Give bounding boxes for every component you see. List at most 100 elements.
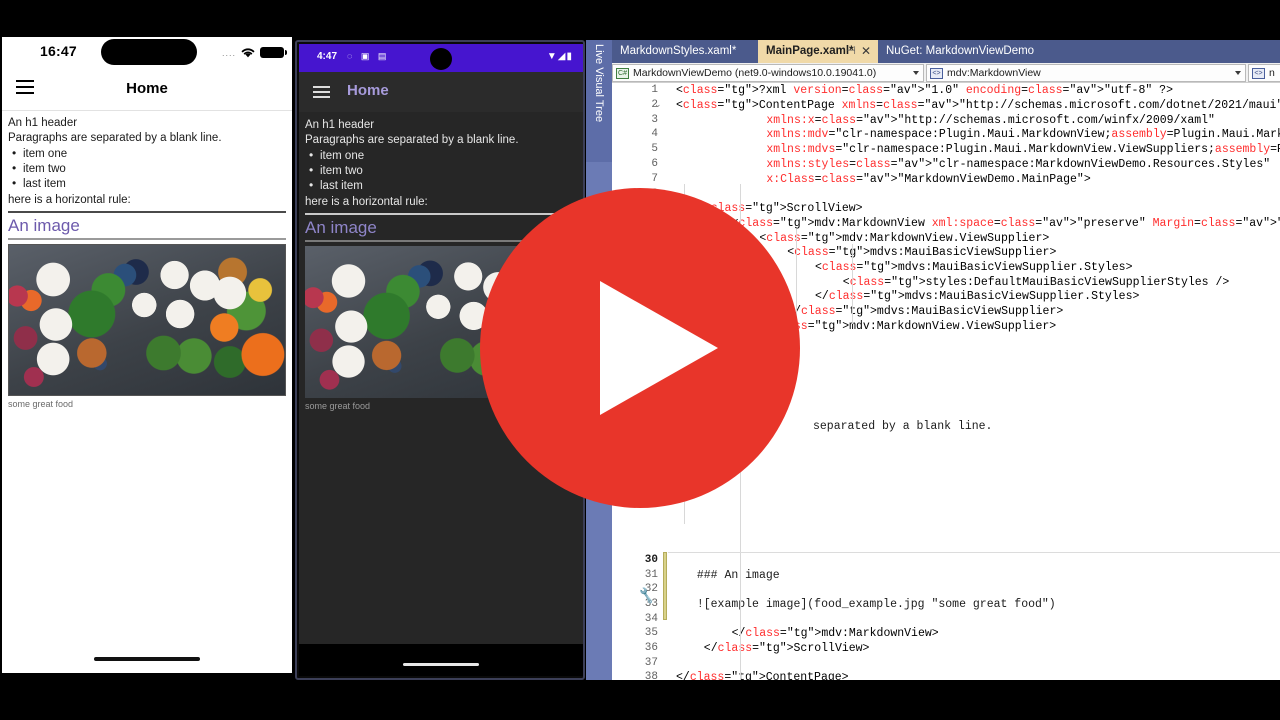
play-button-icon[interactable] [600,281,718,415]
code-line[interactable]: ### An image [697,569,780,584]
battery-icon [260,47,287,58]
list-item: item one [8,146,286,162]
chevron-down-icon[interactable] [913,71,919,75]
project-dropdown-value: MarkdownViewDemo (net9.0-windows10.0.190… [633,67,877,79]
chevron-down-icon[interactable]: ⌄ [654,99,662,110]
video-play-overlay[interactable] [480,188,800,508]
ios-screen: 16:47 .... Home An h1 header Paragraphs … [2,37,292,673]
pin-icon[interactable]: ⊣ [846,40,856,63]
tab-label: MainPage.xaml* [766,45,854,57]
code-line[interactable]: </class="tg">mdv:MarkdownView.ViewSuppli… [759,320,1056,335]
element-dropdown[interactable]: <> mdv:MarkdownView [926,64,1246,82]
code-line[interactable]: </class="tg">mdv:MarkdownView> [732,627,939,642]
line-number: 30 [644,554,658,566]
markdown-horizontal-rule [8,211,286,213]
screenshot-root: 16:47 .... Home An h1 header Paragraphs … [0,0,1280,720]
markdown-source-fragment[interactable]: separated by a blank line. [813,420,992,435]
camera-punchhole-icon [430,48,452,70]
android-status-bar: 4:47 ◌ ▣ ▤ ▼◢▮ [299,44,583,72]
code-line[interactable]: <class="tg">mdv:MarkdownView.ViewSupplie… [759,232,1049,247]
android-gesture-bar [299,644,583,676]
ios-simulator: 16:47 .... Home An h1 header Paragraphs … [0,31,294,679]
markdown-rule-label: here is a horizontal rule: [8,194,131,206]
line-number: 38 [644,671,658,680]
tab-nuget-markdownviewdemo[interactable]: NuGet: MarkdownViewDemo [878,40,1064,63]
food-image [8,244,286,396]
android-nav-bar: Home [299,72,583,112]
code-line[interactable]: <class="tg">mdvs:MauiBasicViewSupplier.S… [815,261,1132,276]
line-number: 37 [644,657,658,669]
markdown-paragraph: Paragraphs are separated by a blank line… [305,134,519,146]
code-line[interactable]: <class="tg">mdv:MarkdownView xml:space=c… [732,217,1280,232]
member-dropdown[interactable]: <> n [1248,64,1280,82]
ios-nav-bar: Home [2,69,292,111]
markdown-h1: An h1 header [8,117,78,129]
unsaved-change-bar [663,552,667,620]
close-icon[interactable]: ✕ [861,40,871,63]
list-item: last item [8,176,286,192]
code-line[interactable]: xmlns:x=class="av">"http://schemas.micro… [766,114,1215,129]
editor-navigation-bar: C# MarkdownViewDemo (net9.0-windows10.0.… [612,63,1280,83]
ios-status-bar: 16:47 .... [2,37,292,69]
line-number: 4 [651,128,658,140]
image-caption: some great food [8,399,74,409]
line-number: 6 [651,158,658,170]
tab-markdownstyles-xaml[interactable]: MarkdownStyles.xaml* [612,40,758,63]
markdown-h1: An h1 header [305,119,375,131]
indent-guide [852,244,853,324]
list-item: item two [8,161,286,177]
line-number: 36 [644,642,658,654]
chevron-down-icon[interactable] [1235,71,1241,75]
editor-tab-strip: MarkdownStyles.xaml* MainPage.xaml* ⊣ ✕ … [612,40,1280,63]
code-line[interactable]: x:Class=class="av">"MarkdownViewDemo.Mai… [766,173,1090,188]
project-dropdown[interactable]: C# MarkdownViewDemo (net9.0-windows10.0.… [612,64,924,82]
ios-markdown-content: An h1 header Paragraphs are separated by… [2,111,292,409]
code-line[interactable]: </class="tg">ContentPage> [676,671,849,680]
markdown-list: item one item two last item [8,146,286,192]
line-number: 35 [644,627,658,639]
code-line[interactable]: </class="tg">mdvs:MauiBasicViewSupplier> [787,305,1063,320]
markdown-paragraph: Paragraphs are separated by a blank line… [8,132,222,144]
wrench-icon[interactable]: 🔧 [637,587,656,605]
list-item: item two [305,163,577,179]
line-number: 34 [644,613,658,625]
code-line[interactable]: <class="tg">styles:DefaultMauiBasicViewS… [843,276,1229,291]
member-icon: <> [1252,68,1265,79]
android-status-left-icons: ◌ ▣ ▤ [347,51,390,61]
code-line[interactable]: ![example image](food_example.jpg "some … [697,598,1056,613]
ios-home-indicator[interactable] [94,657,200,661]
line-number: 7 [651,173,658,185]
code-line[interactable]: </class="tg">ScrollView> [704,642,870,657]
live-visual-tree-tab[interactable]: Live Visual Tree [586,40,612,162]
line-number: 5 [651,143,658,155]
android-status-right-icons: ▼◢▮ [546,51,573,62]
page-title: Home [126,80,168,97]
code-line[interactable]: <class="tg">ContentPage xmlns=class="av"… [676,99,1280,114]
code-line[interactable]: xmlns:mdv="clr-namespace:Plugin.Maui.Mar… [766,128,1280,143]
markdown-h3: An image [8,216,80,235]
collapsed-region-separator [668,552,1280,553]
line-number: 3 [651,114,658,126]
code-line[interactable]: </class="tg">mdvs:MauiBasicViewSupplier.… [815,290,1139,305]
code-line[interactable]: xmlns:mdvs="clr-namespace:Plugin.Maui.Ma… [766,143,1280,158]
ios-clock: 16:47 [40,43,77,59]
ios-dynamic-island [101,39,197,65]
live-visual-tree-label: Live Visual Tree [593,44,605,123]
ios-signal-dots: .... [221,48,236,58]
code-line[interactable]: <class="tg">mdvs:MauiBasicViewSupplier> [787,246,1056,261]
element-dropdown-value: mdv:MarkdownView [947,67,1041,79]
android-home-indicator[interactable] [403,663,479,666]
page-title: Home [347,82,389,99]
element-icon: <> [930,68,943,79]
android-clock: 4:47 [317,51,338,62]
csharp-project-icon: C# [616,68,629,79]
hamburger-menu-icon[interactable] [313,86,330,98]
code-line[interactable]: xmlns:styles=class="av">"clr-namespace:M… [766,158,1270,173]
member-dropdown-value: n [1269,67,1275,79]
list-item: item one [305,148,577,164]
code-line[interactable]: <class="tg">?xml version=class="av">"1.0… [676,84,1173,99]
wifi-icon [241,48,255,58]
tab-mainpage-xaml[interactable]: MainPage.xaml* ⊣ ✕ [758,40,878,63]
line-number: 1 [651,84,658,96]
markdown-h3-underline [8,238,286,240]
